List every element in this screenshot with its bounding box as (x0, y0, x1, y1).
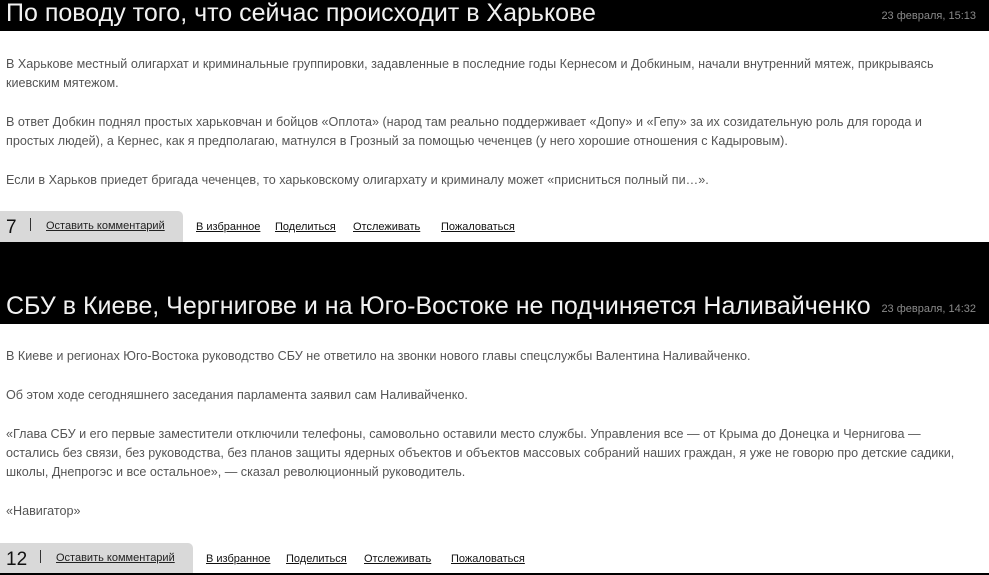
post-title-bar: По поводу того, что сейчас происходит в … (0, 0, 989, 31)
post-paragraph: В ответ Добкин поднял простых харьковчан… (6, 115, 922, 148)
comment-count: 7 (6, 217, 17, 238)
post-paragraph: Если в Харьков приедет бригада чеченцев,… (6, 173, 709, 187)
post-paragraph: В Киеве и регионах Юго-Востока руководст… (6, 349, 751, 363)
follow-link[interactable]: Отслеживать (353, 221, 420, 233)
post-date: 23 февраля, 14:32 (881, 303, 976, 315)
add-to-favorites-link[interactable]: В избранное (206, 553, 270, 565)
post-paragraph: В Харькове местный олигархат и криминаль… (6, 57, 934, 90)
post-paragraph: Об этом ходе сегодняшнего заседания парл… (6, 388, 468, 402)
separator (30, 218, 31, 231)
post-title-bar: СБУ в Киеве, Чергнигове и на Юго-Востоке… (0, 242, 989, 324)
post-paragraph: «Навигатор» (6, 504, 81, 518)
comment-tab: 12 Оставить комментарий (0, 543, 193, 574)
report-link[interactable]: Пожаловаться (451, 553, 525, 565)
leave-comment-link[interactable]: Оставить комментарий (56, 552, 175, 564)
post-title[interactable]: По поводу того, что сейчас происходит в … (6, 0, 596, 28)
add-to-favorites-link[interactable]: В избранное (196, 221, 260, 233)
post-paragraph: «Глава СБУ и его первые заместители откл… (6, 427, 955, 479)
post-date: 23 февраля, 15:13 (881, 10, 976, 22)
post-action-bar: 12 Оставить комментарий В избранное Поде… (0, 543, 989, 574)
report-link[interactable]: Пожаловаться (441, 221, 515, 233)
comment-tab: 7 Оставить комментарий (0, 211, 183, 242)
post-action-bar: 7 Оставить комментарий В избранное Подел… (0, 211, 989, 242)
separator (40, 550, 41, 563)
post-body: В Киеве и регионах Юго-Востока руководст… (6, 347, 966, 541)
post-title[interactable]: СБУ в Киеве, Чергнигове и на Юго-Востоке… (6, 291, 871, 321)
post-body: В Харькове местный олигархат и криминаль… (6, 55, 966, 210)
follow-link[interactable]: Отслеживать (364, 553, 431, 565)
comment-count: 12 (6, 549, 28, 570)
share-link[interactable]: Поделиться (275, 221, 336, 233)
share-link[interactable]: Поделиться (286, 553, 347, 565)
leave-comment-link[interactable]: Оставить комментарий (46, 220, 165, 232)
